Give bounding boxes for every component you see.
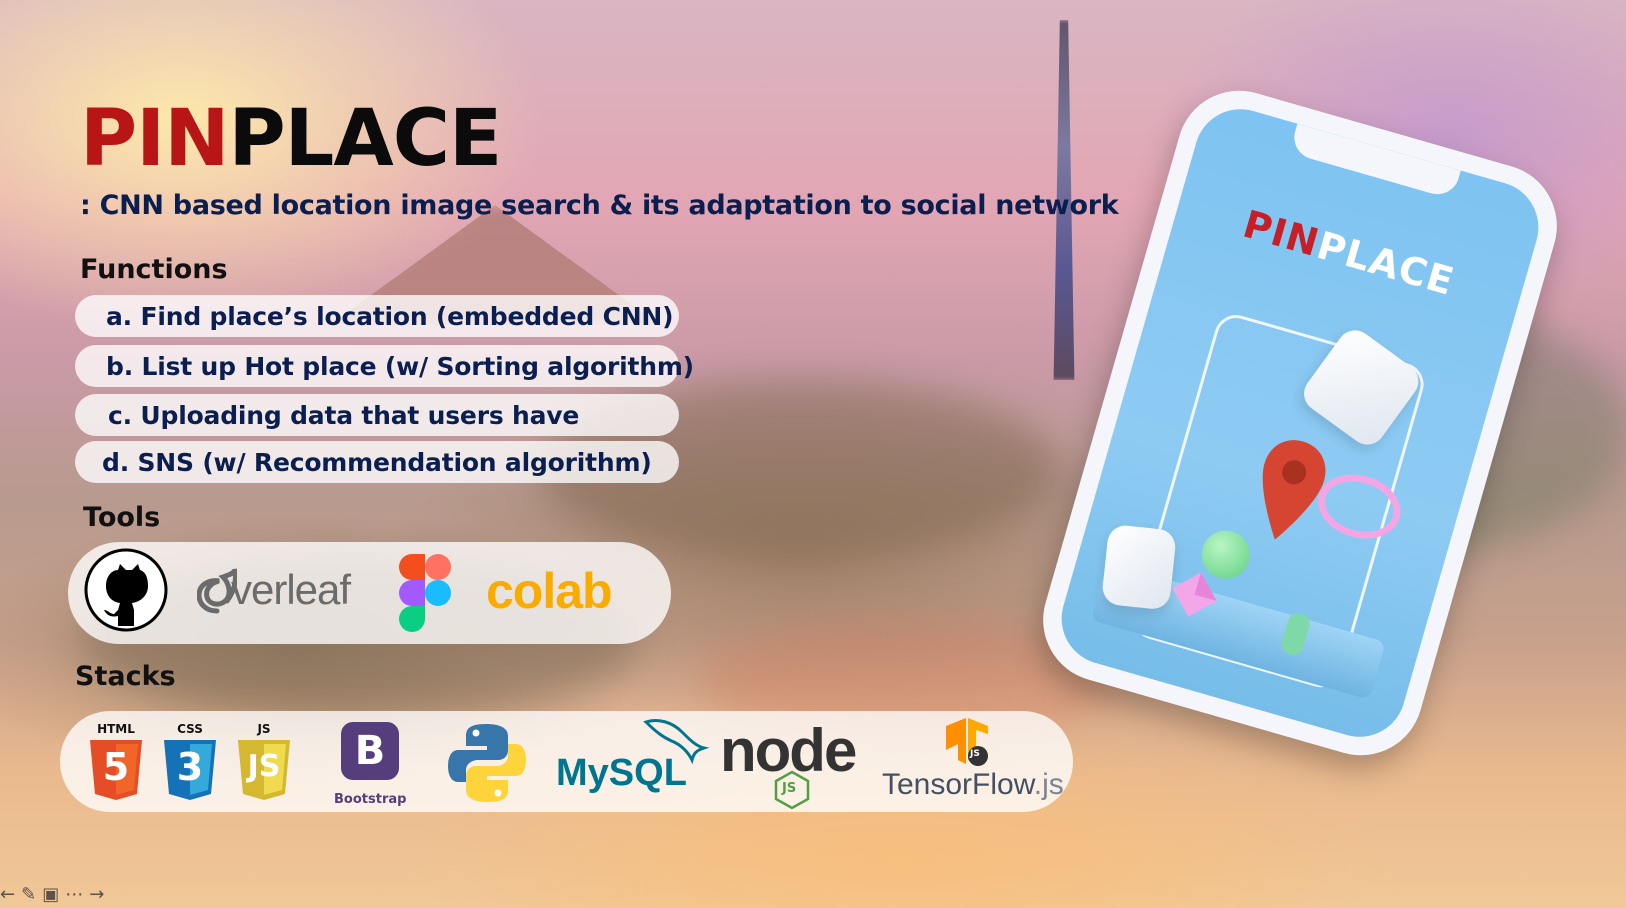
javascript-text: JS [247, 749, 281, 784]
javascript-logo: JS JS [236, 722, 292, 804]
function-item: a. Find place’s location (embedded CNN) [75, 295, 679, 337]
function-item: b. List up Hot place (w/ Sorting algorit… [75, 345, 694, 387]
bootstrap-logo: B Bootstrap [334, 722, 406, 810]
phone-screen: PINPLACE [1050, 98, 1550, 748]
html5-logo: HTML 5 [88, 722, 144, 804]
functions-heading: Functions [80, 254, 228, 285]
function-item: d. SNS (w/ Recommendation algorithm) [75, 441, 679, 483]
nodejs-logo: node JS [720, 718, 870, 810]
function-item: c. Uploading data that users have [75, 394, 679, 436]
page-subtitle: : CNN based location image search & its … [80, 190, 1119, 221]
css3-number: 3 [176, 745, 204, 789]
next-arrow-icon[interactable]: → [89, 884, 104, 905]
function-label: a. Find place’s location (embedded CNN) [106, 301, 674, 331]
tensorflow-name: TensorFlow [882, 768, 1034, 801]
html5-label: HTML [97, 722, 135, 736]
bootstrap-icon: B [341, 722, 399, 780]
tensorflow-js-badge: JS [970, 749, 980, 759]
python-logo [448, 724, 526, 802]
function-label: b. List up Hot place (w/ Sorting algorit… [106, 351, 694, 381]
tensorflow-text: TensorFlow.js [882, 768, 1064, 802]
tensorflow-icon [946, 718, 988, 766]
phone-title-place: PLACE [1312, 222, 1460, 304]
tools-heading: Tools [83, 502, 161, 533]
phone-title-pin: PIN [1238, 201, 1325, 266]
javascript-label: JS [257, 722, 271, 736]
css3-logo: CSS 3 [162, 722, 218, 804]
colab-logo: colab [486, 563, 613, 619]
phone-app-title: PINPLACE [1173, 183, 1525, 323]
phone-mockup: PINPLACE [1028, 76, 1572, 770]
mysql-text: MySQL [556, 752, 687, 794]
overleaf-logo: verleaf [197, 565, 367, 615]
phone-notch [1289, 123, 1461, 200]
slides-grid-icon[interactable]: ▣ [42, 884, 59, 905]
figma-icon [399, 554, 451, 632]
tensorflowjs-logo: JS TensorFlow.js [882, 716, 1064, 806]
presentation-toolbar: ← ✎ ▣ ⋯ → [0, 880, 104, 908]
function-label: d. SNS (w/ Recommendation algorithm) [102, 447, 652, 477]
nodejs-js-label: JS [782, 781, 797, 796]
page-title: PINPLACE [80, 100, 502, 178]
tensorflow-suffix: .js [1033, 768, 1064, 801]
title-place: PLACE [228, 94, 502, 184]
slide-background: PINPLACE : CNN based location image sear… [0, 0, 1626, 908]
html5-number: 5 [102, 745, 130, 789]
github-icon [84, 548, 168, 632]
bootstrap-label: Bootstrap [334, 792, 407, 807]
function-label: c. Uploading data that users have [108, 400, 580, 430]
stacks-heading: Stacks [75, 661, 176, 692]
prev-arrow-icon[interactable]: ← [0, 884, 15, 905]
title-pin: PIN [80, 94, 229, 184]
more-icon[interactable]: ⋯ [65, 884, 83, 905]
pen-icon[interactable]: ✎ [21, 884, 36, 905]
overleaf-text: verleaf [231, 566, 351, 613]
mysql-logo: MySQL [556, 716, 710, 796]
scene-cube-bottom [1101, 523, 1178, 611]
css3-label: CSS [177, 722, 203, 736]
